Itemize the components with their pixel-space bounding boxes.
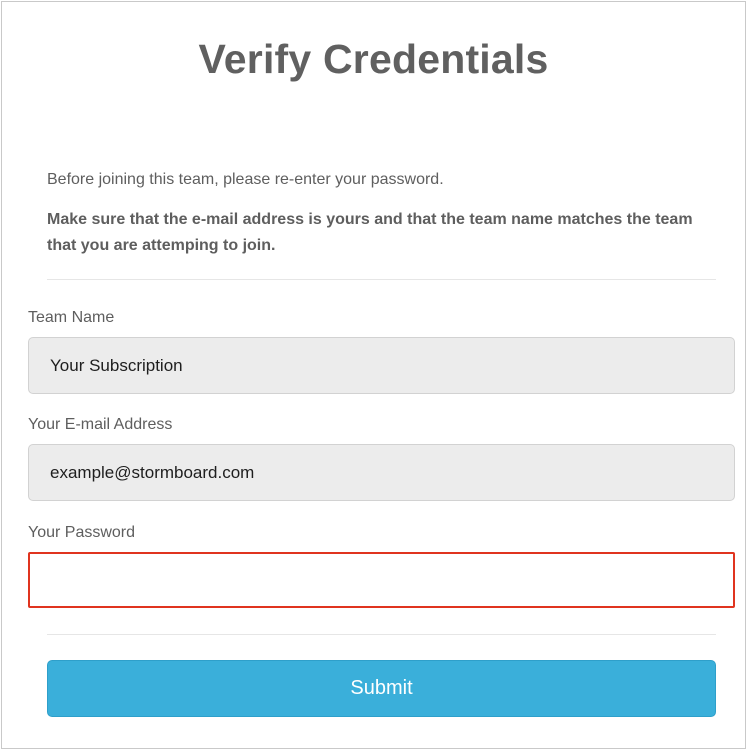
team-name-label: Team Name [28, 309, 115, 326]
team-name-field: Your Subscription [28, 337, 735, 394]
divider [47, 634, 716, 635]
warning-text: Make sure that the e-mail address is you… [47, 211, 693, 254]
email-value: example@stormboard.com [50, 462, 255, 482]
password-input[interactable] [28, 552, 735, 608]
intro-text: Before joining this team, please re-ente… [47, 171, 444, 188]
team-name-value: Your Subscription [50, 355, 183, 375]
email-field: example@stormboard.com [28, 444, 735, 501]
email-label: Your E-mail Address [28, 416, 173, 433]
password-label: Your Password [28, 524, 136, 541]
submit-button[interactable]: Submit [47, 660, 716, 717]
divider [47, 279, 716, 280]
verify-credentials-panel: Verify Credentials Before joining this t… [1, 1, 746, 749]
page-title: Verify Credentials [198, 36, 549, 82]
